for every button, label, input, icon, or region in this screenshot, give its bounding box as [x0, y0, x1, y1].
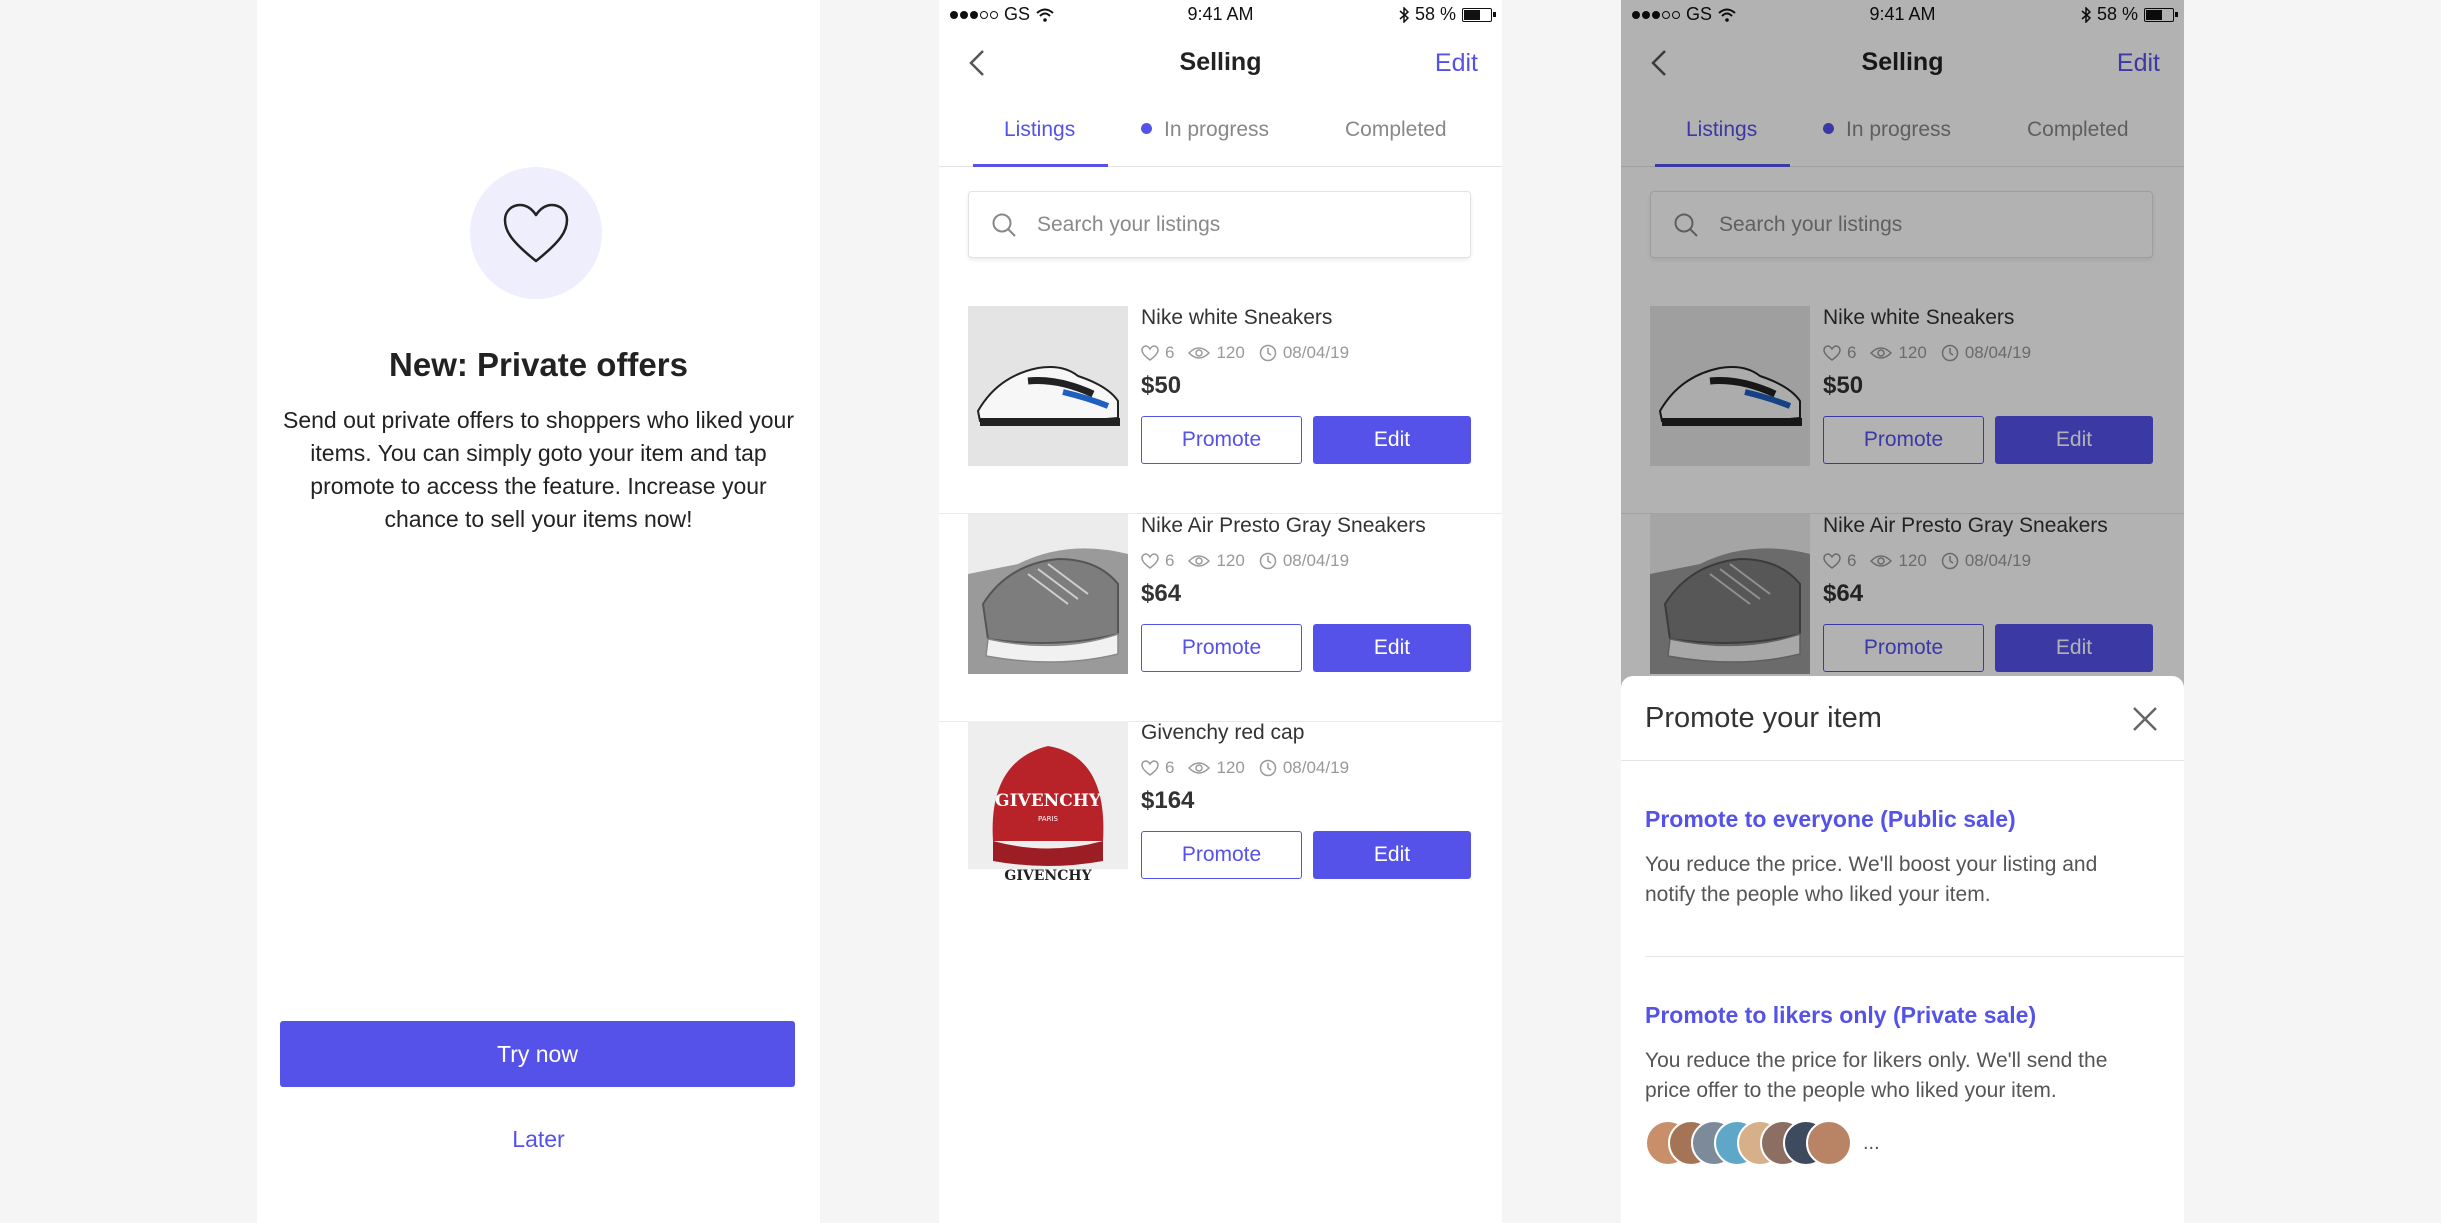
tag-logo-text: GIVENCHY — [1004, 868, 1092, 881]
close-icon[interactable] — [2130, 704, 2160, 734]
tab-listings[interactable]: Listings — [1004, 118, 1075, 142]
clock-icon — [1259, 552, 1277, 570]
promote-button[interactable]: Promote — [1141, 624, 1302, 672]
search-placeholder: Search your listings — [1037, 213, 1221, 236]
edit-button[interactable]: Edit — [1435, 49, 1478, 78]
promote-public-option[interactable]: Promote to everyone (Public sale) — [1645, 806, 2016, 833]
battery-icon — [1462, 7, 1496, 22]
battery-fill — [1464, 9, 1481, 20]
promote-sheet-screen: GS 9:41 AM 58 % Selling Edit Listings In… — [1621, 0, 2184, 1223]
item-name: Nike Air Presto Gray Sneakers — [1141, 514, 1426, 537]
private-offers-screen: New: Private offers Send out private off… — [257, 0, 820, 1223]
tab-completed[interactable]: Completed — [1345, 118, 1447, 142]
divider — [1645, 956, 2184, 957]
try-now-button[interactable]: Try now — [280, 1021, 795, 1087]
like-count: 6 — [1165, 551, 1175, 570]
heart-icon — [1141, 553, 1159, 569]
edit-item-button[interactable]: Edit — [1313, 416, 1471, 464]
status-dot — [1141, 123, 1152, 134]
active-tab-indicator — [973, 164, 1108, 167]
promote-sheet: Promote your item Promote to everyone (P… — [1621, 676, 2184, 1223]
eye-icon — [1188, 555, 1211, 567]
listing-date: 08/04/19 — [1282, 758, 1350, 777]
like-count: 6 — [1165, 343, 1175, 362]
tab-label: In progress — [1164, 118, 1270, 141]
option-description: You reduce the price for likers only. We… — [1645, 1049, 2108, 1102]
avatar — [1806, 1120, 1852, 1166]
selling-screen: GS 9:41 AM 58 % Selling Edit Listings In… — [939, 0, 1502, 1223]
like-count: 6 — [1165, 758, 1175, 777]
more-likers: ... — [1863, 1131, 1880, 1154]
view-count: 120 — [1216, 343, 1245, 362]
nav-bar: Selling Edit — [939, 30, 1502, 96]
status-bar: GS 9:41 AM 58 % — [939, 0, 1502, 30]
edit-item-button[interactable]: Edit — [1313, 624, 1471, 672]
heart-icon — [1141, 760, 1159, 776]
cap-logo-subtext: PARIS — [1038, 815, 1058, 823]
edit-item-button[interactable]: Edit — [1313, 831, 1471, 879]
product-image — [968, 514, 1128, 674]
clock-icon — [1259, 344, 1277, 362]
item-price: $50 — [1141, 372, 1182, 399]
bluetooth-icon — [1399, 6, 1409, 23]
tab-in-progress[interactable]: In progress — [1141, 118, 1269, 142]
feature-description: Send out private offers to shoppers who … — [283, 407, 794, 532]
item-stats: 6 120 08/04/19 — [1141, 551, 1363, 571]
page-title: Selling — [1179, 48, 1262, 76]
item-price: $64 — [1141, 580, 1182, 607]
eye-icon — [1188, 347, 1211, 359]
view-count: 120 — [1216, 551, 1245, 570]
promote-private-option[interactable]: Promote to likers only (Private sale) — [1645, 1002, 2036, 1029]
battery-percent: 58 % — [1414, 4, 1456, 24]
item-stats: 6 120 08/04/19 — [1141, 758, 1363, 778]
item-stats: 6 120 08/04/19 — [1141, 343, 1363, 363]
later-button[interactable]: Later — [257, 1126, 820, 1153]
clock-icon — [1259, 759, 1277, 777]
eye-icon — [1188, 762, 1211, 774]
item-name: Nike white Sneakers — [1141, 306, 1333, 329]
listing-date: 08/04/19 — [1282, 343, 1350, 362]
likers-avatars: ... — [1645, 1120, 1880, 1166]
heart-icon — [1141, 345, 1159, 361]
item-price: $164 — [1141, 787, 1195, 814]
listing-date: 08/04/19 — [1282, 551, 1350, 570]
page-title: New: Private offers — [389, 346, 688, 383]
heart-icon — [470, 167, 602, 299]
list-item[interactable]: Nike Air Presto Gray Sneakers 6 120 08/0… — [939, 514, 1502, 722]
search-input[interactable]: Search your listings — [968, 191, 1471, 258]
item-name: Givenchy red cap — [1141, 721, 1305, 744]
option-description: You reduce the price. We'll boost your l… — [1645, 853, 2098, 906]
promote-button[interactable]: Promote — [1141, 416, 1302, 464]
promote-button[interactable]: Promote — [1141, 831, 1302, 879]
tab-bar: Listings In progress Completed — [939, 96, 1502, 167]
product-image: GIVENCHY PARIS GIVENCHY — [968, 721, 1128, 881]
list-item[interactable]: Nike white Sneakers 6 120 08/04/19 $50 P… — [939, 306, 1502, 514]
list-item[interactable]: GIVENCHY PARIS GIVENCHY Givenchy red cap… — [939, 721, 1502, 929]
view-count: 120 — [1216, 758, 1245, 777]
product-image — [968, 306, 1128, 466]
search-icon — [992, 213, 1016, 237]
sheet-title: Promote your item — [1645, 702, 1882, 734]
cap-logo-text: GIVENCHY — [995, 791, 1102, 811]
divider — [1621, 760, 2184, 761]
